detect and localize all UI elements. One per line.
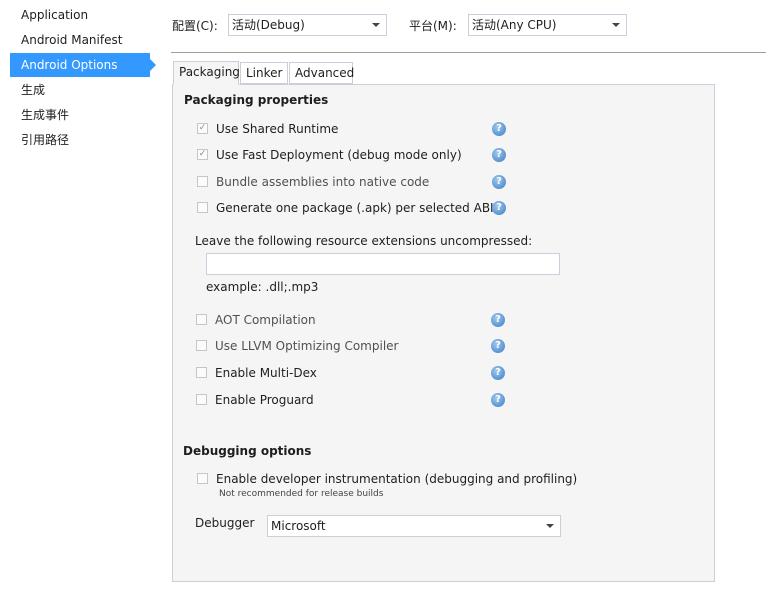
- chevron-down-icon: [546, 524, 554, 528]
- aot-compilation-checkbox[interactable]: [196, 314, 207, 325]
- use-shared-runtime-checkbox[interactable]: ✓: [197, 123, 208, 134]
- sidebar: Application Android Manifest Android Opt…: [0, 0, 160, 593]
- tab-advanced[interactable]: Advanced: [289, 62, 354, 84]
- bundle-assemblies-label: Bundle assemblies into native code: [216, 175, 430, 189]
- sidebar-item-application[interactable]: Application: [10, 3, 150, 27]
- proguard-checkbox[interactable]: [196, 394, 207, 405]
- sidebar-item-build[interactable]: 生成: [10, 78, 150, 102]
- multi-dex-checkbox[interactable]: [196, 367, 207, 378]
- use-shared-runtime-label: Use Shared Runtime: [216, 122, 339, 136]
- debugger-dropdown[interactable]: Microsoft: [267, 515, 561, 537]
- instrumentation-label: Enable developer instrumentation (debugg…: [216, 472, 578, 486]
- debugger-value: Microsoft: [271, 519, 326, 533]
- help-icon[interactable]: ?: [491, 339, 505, 353]
- help-icon[interactable]: ?: [491, 393, 505, 407]
- help-icon[interactable]: ?: [492, 122, 506, 136]
- tab-packaging[interactable]: Packaging: [173, 61, 240, 85]
- aot-compilation-label: AOT Compilation: [215, 313, 316, 327]
- platform-value: 活动(Any CPU): [472, 18, 557, 32]
- package-per-abi-label: Generate one package (.apk) per selected…: [216, 201, 494, 215]
- divider: [171, 52, 766, 53]
- chevron-down-icon: [612, 23, 620, 27]
- configuration-dropdown[interactable]: 活动(Debug): [228, 14, 387, 36]
- package-per-abi-checkbox[interactable]: [197, 202, 208, 213]
- proguard-label: Enable Proguard: [215, 393, 314, 407]
- help-icon[interactable]: ?: [492, 175, 506, 189]
- help-icon[interactable]: ?: [492, 201, 506, 215]
- multi-dex-label: Enable Multi-Dex: [215, 366, 317, 380]
- debugging-options-title: Debugging options: [183, 444, 312, 458]
- bundle-assemblies-checkbox[interactable]: [197, 176, 208, 187]
- configuration-value: 活动(Debug): [232, 18, 305, 32]
- debugger-label: Debugger: [195, 516, 255, 530]
- use-fast-deployment-label: Use Fast Deployment (debug mode only): [216, 148, 462, 162]
- uncompressed-extensions-label: Leave the following resource extensions …: [195, 234, 533, 248]
- sidebar-item-reference-paths[interactable]: 引用路径: [10, 128, 150, 152]
- chevron-down-icon: [372, 23, 380, 27]
- tab-linker[interactable]: Linker: [240, 62, 288, 84]
- sidebar-item-android-options[interactable]: Android Options: [10, 53, 156, 77]
- instrumentation-checkbox[interactable]: [197, 473, 208, 484]
- llvm-compiler-checkbox[interactable]: [196, 340, 207, 351]
- configuration-label: 配置(C):: [172, 19, 218, 33]
- sidebar-item-android-manifest[interactable]: Android Manifest: [10, 28, 150, 52]
- platform-dropdown[interactable]: 活动(Any CPU): [468, 14, 627, 36]
- help-icon[interactable]: ?: [492, 148, 506, 162]
- uncompressed-extensions-input[interactable]: [206, 253, 560, 275]
- uncompressed-extensions-example: example: .dll;.mp3: [206, 280, 319, 294]
- help-icon[interactable]: ?: [491, 366, 505, 380]
- help-icon[interactable]: ?: [491, 313, 505, 327]
- llvm-compiler-label: Use LLVM Optimizing Compiler: [215, 339, 399, 353]
- packaging-properties-title: Packaging properties: [184, 93, 329, 107]
- use-fast-deployment-checkbox[interactable]: ✓: [197, 149, 208, 160]
- platform-label: 平台(M):: [409, 19, 457, 33]
- sidebar-item-build-events[interactable]: 生成事件: [10, 103, 150, 127]
- instrumentation-note: Not recommended for release builds: [219, 489, 384, 499]
